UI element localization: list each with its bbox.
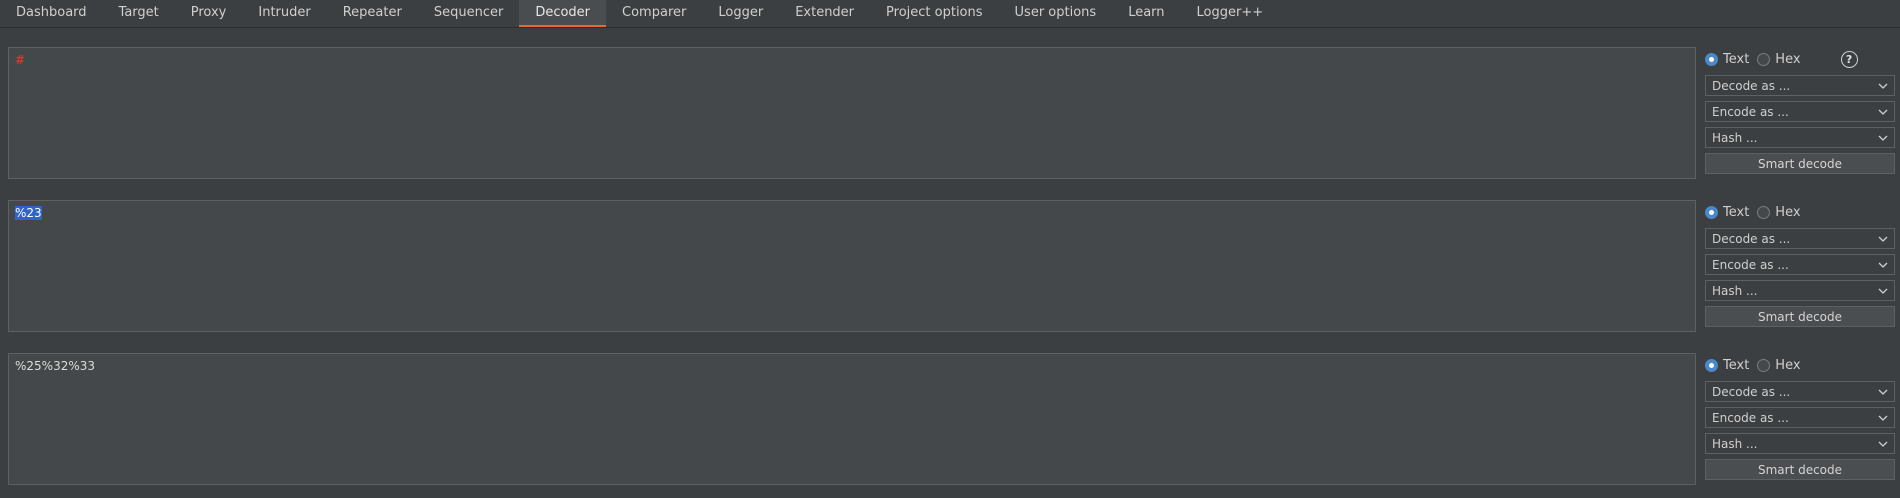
encode-as-dropdown-3[interactable]: Encode as ... xyxy=(1705,407,1895,428)
chevron-down-icon xyxy=(1878,234,1888,244)
main-tab-bar: Dashboard Target Proxy Intruder Repeater… xyxy=(0,0,1900,28)
tab-comparer[interactable]: Comparer xyxy=(606,0,702,27)
hash-dropdown-1[interactable]: Hash ... xyxy=(1705,127,1895,148)
chevron-down-icon xyxy=(1878,387,1888,397)
tab-logger-plus-plus[interactable]: Logger++ xyxy=(1181,0,1280,27)
text-radio-label: Text xyxy=(1723,357,1750,373)
hex-radio-3[interactable]: Hex xyxy=(1757,357,1801,373)
encode-as-label: Encode as ... xyxy=(1712,410,1789,425)
tab-intruder[interactable]: Intruder xyxy=(242,0,326,27)
tab-logger[interactable]: Logger xyxy=(702,0,779,27)
hex-radio-2[interactable]: Hex xyxy=(1757,204,1801,220)
decoder-input-2[interactable]: %23 xyxy=(8,200,1696,332)
decode-as-dropdown-3[interactable]: Decode as ... xyxy=(1705,381,1895,402)
decoder-controls-2: Text Hex Decode as ... Encode as ... Has… xyxy=(1705,201,1895,327)
decoder-controls-1: Text Hex ? Decode as ... Encode as ... H… xyxy=(1705,48,1895,174)
hash-label: Hash ... xyxy=(1712,436,1758,451)
decoder-panel-1: # xyxy=(8,47,1696,179)
tab-target[interactable]: Target xyxy=(103,0,175,27)
text-radio-label: Text xyxy=(1723,204,1750,220)
decode-as-label: Decode as ... xyxy=(1712,78,1791,93)
text-radio-2[interactable]: Text xyxy=(1705,205,1749,220)
decoder-input-3-text: %25%32%33 xyxy=(15,359,96,373)
help-icon[interactable]: ? xyxy=(1840,50,1858,68)
hash-dropdown-2[interactable]: Hash ... xyxy=(1705,280,1895,301)
tab-proxy[interactable]: Proxy xyxy=(175,0,243,27)
hash-label: Hash ... xyxy=(1712,130,1758,145)
format-radio-group-2: Text Hex xyxy=(1705,201,1895,223)
decoder-panel-3: %25%32%33 xyxy=(8,353,1696,485)
decoder-input-1-text: # xyxy=(15,53,26,67)
smart-decode-button-2[interactable]: Smart decode xyxy=(1705,306,1895,327)
radio-checked-icon[interactable] xyxy=(1705,358,1718,372)
hash-label: Hash ... xyxy=(1712,283,1758,298)
decode-as-label: Decode as ... xyxy=(1712,231,1791,246)
decoder-input-3[interactable]: %25%32%33 xyxy=(8,353,1696,485)
radio-unchecked-icon[interactable] xyxy=(1757,358,1771,372)
tab-project-options[interactable]: Project options xyxy=(870,0,999,27)
smart-decode-button-1[interactable]: Smart decode xyxy=(1705,153,1895,174)
encode-as-label: Encode as ... xyxy=(1712,104,1789,119)
decoder-input-1[interactable]: # xyxy=(8,47,1696,179)
chevron-down-icon xyxy=(1878,413,1888,423)
chevron-down-icon xyxy=(1878,107,1888,117)
selected-text: %23 xyxy=(15,206,42,220)
hex-radio-label: Hex xyxy=(1775,357,1801,373)
format-radio-group-1: Text Hex ? xyxy=(1705,48,1895,70)
smart-decode-button-3[interactable]: Smart decode xyxy=(1705,459,1895,480)
hex-radio-label: Hex xyxy=(1775,51,1801,67)
format-radio-group-3: Text Hex xyxy=(1705,354,1895,376)
radio-unchecked-icon[interactable] xyxy=(1757,205,1771,219)
decode-as-dropdown-1[interactable]: Decode as ... xyxy=(1705,75,1895,96)
encode-as-dropdown-2[interactable]: Encode as ... xyxy=(1705,254,1895,275)
hash-dropdown-3[interactable]: Hash ... xyxy=(1705,433,1895,454)
tab-decoder[interactable]: Decoder xyxy=(519,0,607,27)
radio-checked-icon[interactable] xyxy=(1705,52,1718,66)
chevron-down-icon xyxy=(1878,81,1888,91)
hex-radio-1[interactable]: Hex xyxy=(1757,51,1801,67)
tab-sequencer[interactable]: Sequencer xyxy=(418,0,519,27)
chevron-down-icon xyxy=(1878,260,1888,270)
tab-repeater[interactable]: Repeater xyxy=(327,0,418,27)
hex-radio-label: Hex xyxy=(1775,204,1801,220)
tab-user-options[interactable]: User options xyxy=(999,0,1113,27)
text-radio-1[interactable]: Text xyxy=(1705,52,1749,67)
chevron-down-icon xyxy=(1878,439,1888,449)
radio-checked-icon[interactable] xyxy=(1705,205,1718,219)
decoder-controls-3: Text Hex Decode as ... Encode as ... Has… xyxy=(1705,354,1895,480)
encode-as-label: Encode as ... xyxy=(1712,257,1789,272)
text-radio-label: Text xyxy=(1723,51,1750,67)
radio-unchecked-icon[interactable] xyxy=(1757,52,1771,66)
chevron-down-icon xyxy=(1878,286,1888,296)
tab-extender[interactable]: Extender xyxy=(779,0,870,27)
tab-learn[interactable]: Learn xyxy=(1112,0,1180,27)
tab-dashboard[interactable]: Dashboard xyxy=(0,0,103,27)
encode-as-dropdown-1[interactable]: Encode as ... xyxy=(1705,101,1895,122)
decoder-input-2-text: %23 xyxy=(15,206,42,220)
decoder-panel-2: %23 xyxy=(8,200,1696,332)
decode-as-dropdown-2[interactable]: Decode as ... xyxy=(1705,228,1895,249)
chevron-down-icon xyxy=(1878,133,1888,143)
decode-as-label: Decode as ... xyxy=(1712,384,1791,399)
text-radio-3[interactable]: Text xyxy=(1705,358,1749,373)
